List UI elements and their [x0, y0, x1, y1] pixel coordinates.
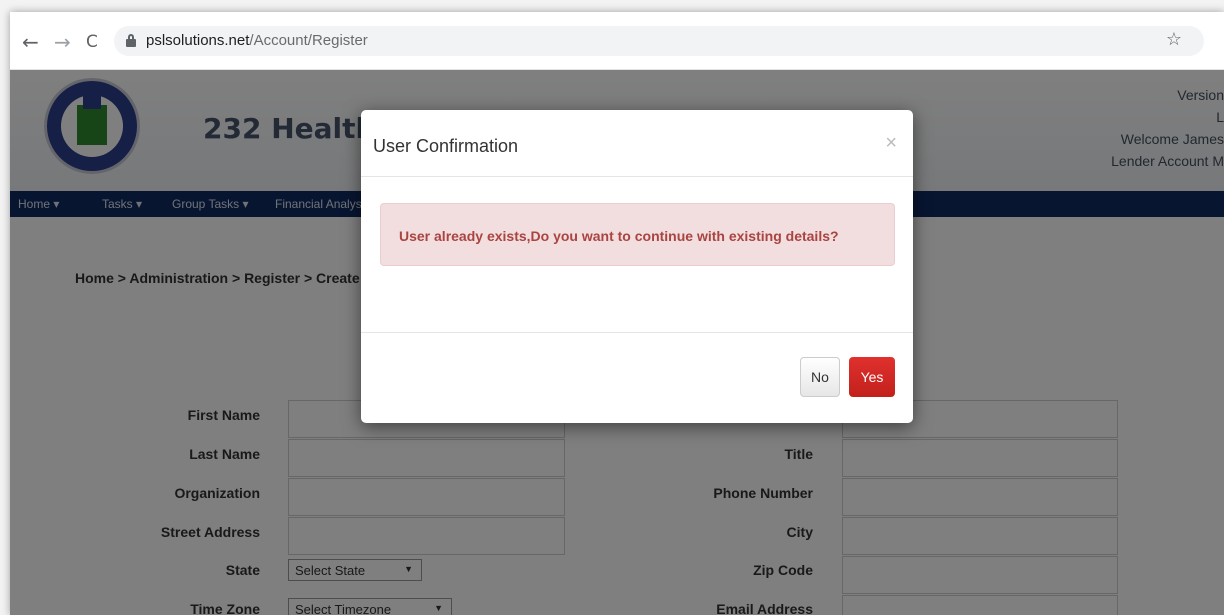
- browser-toolbar: ← → C pslsolutions.net/Account/Register …: [10, 12, 1224, 70]
- url-domain: pslsolutions.net: [146, 32, 250, 49]
- url-text: pslsolutions.net/Account/Register: [146, 32, 368, 49]
- reload-icon[interactable]: C: [86, 32, 98, 52]
- no-button[interactable]: No: [800, 357, 840, 397]
- browser-window: ← → C pslsolutions.net/Account/Register …: [10, 12, 1224, 615]
- modal-title: User Confirmation: [373, 136, 519, 156]
- user-confirmation-dialog: User Confirmation × User already exists,…: [361, 110, 913, 423]
- alert-message: User already exists,Do you want to conti…: [380, 203, 895, 266]
- forward-icon[interactable]: →: [54, 30, 71, 54]
- lock-icon: [126, 34, 136, 47]
- bookmark-star-icon[interactable]: ☆: [1166, 29, 1182, 50]
- alert-text: User already exists,Do you want to conti…: [399, 228, 839, 244]
- yes-button[interactable]: Yes: [849, 357, 895, 397]
- back-icon[interactable]: ←: [22, 30, 39, 54]
- address-bar[interactable]: pslsolutions.net/Account/Register ☆: [114, 26, 1204, 56]
- close-icon[interactable]: ×: [885, 132, 897, 155]
- modal-header-divider: [361, 176, 913, 177]
- url-path: /Account/Register: [249, 32, 368, 49]
- modal-footer-divider: [361, 332, 913, 333]
